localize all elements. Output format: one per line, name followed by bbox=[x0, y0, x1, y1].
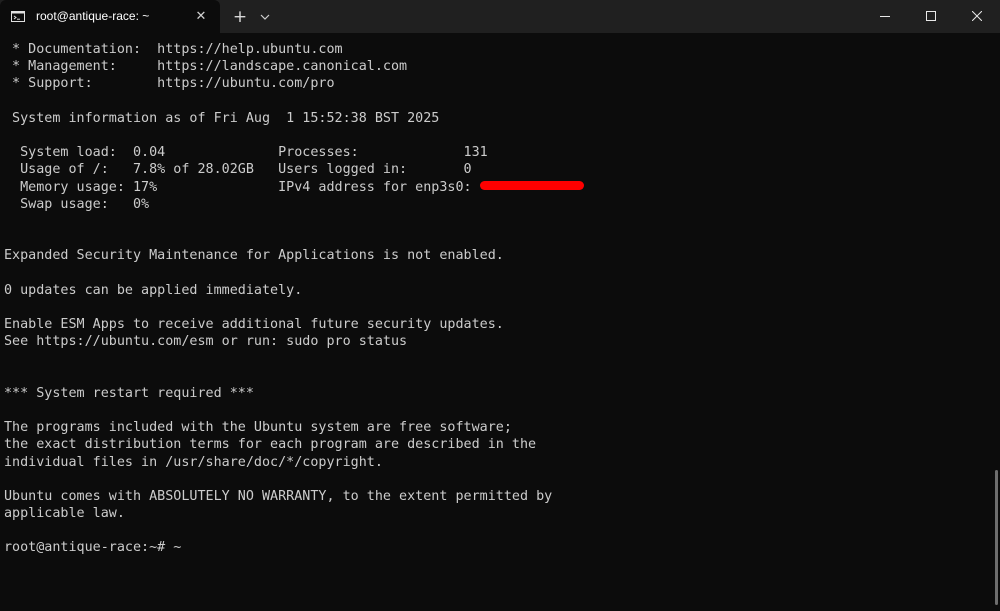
terminal-line: applicable law. bbox=[4, 506, 125, 522]
terminal-line: Expanded Security Maintenance for Applic… bbox=[4, 248, 504, 264]
terminal-line: *** System restart required *** bbox=[4, 385, 254, 401]
tab-root-antique-race[interactable]: root@antique-race: ~ ✕ bbox=[0, 0, 220, 33]
terminal-icon bbox=[11, 11, 25, 22]
new-tab-button[interactable]: + bbox=[229, 6, 251, 28]
terminal-line: individual files in /usr/share/doc/*/cop… bbox=[4, 454, 383, 470]
minimize-button[interactable] bbox=[862, 0, 908, 33]
terminal-prompt[interactable]: root@antique-race:~# ~ bbox=[4, 539, 552, 556]
terminal-line: Swap usage: 0% bbox=[4, 196, 150, 212]
terminal-line: See https://ubuntu.com/esm or run: sudo … bbox=[4, 334, 408, 350]
title-bar[interactable]: root@antique-race: ~ ✕ + bbox=[0, 0, 1000, 33]
close-button[interactable] bbox=[954, 0, 1000, 33]
terminal-line: Usage of /: 7.8% of 28.02GB Users logged… bbox=[4, 162, 472, 178]
terminal-line: the exact distribution terms for each pr… bbox=[4, 437, 537, 453]
terminal-line: * Documentation: https://help.ubuntu.com bbox=[4, 42, 343, 57]
terminal-line: * Support: https://ubuntu.com/pro bbox=[4, 76, 335, 92]
terminal-line: System load: 0.04 Processes: 131 bbox=[4, 145, 488, 161]
terminal-text: * Documentation: https://help.ubuntu.com… bbox=[4, 41, 552, 557]
tab-dropdown-button[interactable] bbox=[255, 6, 275, 28]
redaction-mark bbox=[480, 181, 584, 190]
terminal-line: Ubuntu comes with ABSOLUTELY NO WARRANTY… bbox=[4, 488, 553, 504]
terminal-line: Memory usage: 17% IPv4 address for enp3s… bbox=[4, 179, 480, 195]
minimize-icon bbox=[880, 16, 890, 17]
terminal-window: root@antique-race: ~ ✕ + * Documentation… bbox=[0, 0, 1000, 611]
scrollbar-thumb[interactable] bbox=[995, 470, 998, 605]
maximize-icon bbox=[926, 11, 936, 21]
terminal-output[interactable]: * Documentation: https://help.ubuntu.com… bbox=[0, 33, 1000, 611]
terminal-line: 0 updates can be applied immediately. bbox=[4, 282, 303, 298]
terminal-line: The programs included with the Ubuntu sy… bbox=[4, 420, 512, 436]
terminal-line: * Management: https://landscape.canonica… bbox=[4, 59, 408, 75]
maximize-button[interactable] bbox=[908, 0, 954, 33]
close-icon bbox=[972, 11, 982, 21]
terminal-line: Enable ESM Apps to receive additional fu… bbox=[4, 317, 504, 332]
tab-title: root@antique-race: ~ bbox=[36, 9, 150, 23]
tab-close-button[interactable]: ✕ bbox=[192, 8, 210, 26]
terminal-line: System information as of Fri Aug 1 15:52… bbox=[4, 110, 440, 126]
chevron-down-icon bbox=[260, 14, 270, 20]
